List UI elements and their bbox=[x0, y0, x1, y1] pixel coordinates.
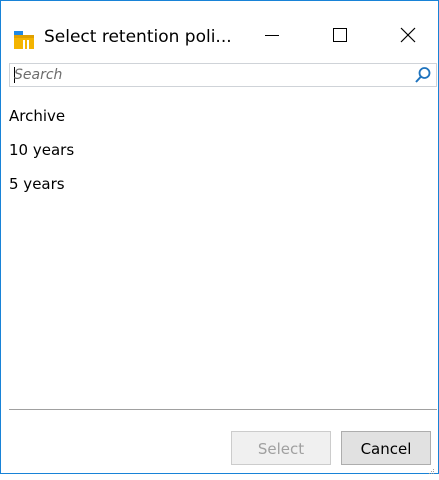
list-item[interactable]: 5 years bbox=[9, 167, 437, 201]
maximize-icon bbox=[333, 28, 347, 42]
minimize-button[interactable] bbox=[241, 15, 303, 55]
search-box[interactable] bbox=[9, 63, 437, 87]
minimize-icon bbox=[265, 35, 279, 36]
select-button[interactable]: Select bbox=[231, 431, 331, 465]
dialog-window: Select retention poli... Search Archive … bbox=[0, 0, 439, 474]
list-item[interactable]: Archive bbox=[9, 99, 437, 133]
retention-policy-icon bbox=[12, 27, 36, 51]
resize-grip-icon[interactable] bbox=[426, 461, 436, 474]
list-item[interactable]: 10 years bbox=[9, 133, 437, 167]
window-title: Select retention poli... bbox=[44, 27, 232, 47]
cancel-button[interactable]: Cancel bbox=[341, 431, 431, 465]
maximize-button[interactable] bbox=[309, 15, 371, 55]
title-bar[interactable]: Select retention poli... bbox=[1, 1, 438, 63]
retention-policy-list[interactable]: Archive 10 years 5 years bbox=[9, 99, 437, 409]
footer-divider bbox=[9, 409, 437, 410]
close-button[interactable] bbox=[377, 15, 439, 55]
search-input[interactable] bbox=[14, 64, 404, 86]
search-icon[interactable] bbox=[414, 66, 432, 84]
close-icon bbox=[400, 27, 416, 43]
